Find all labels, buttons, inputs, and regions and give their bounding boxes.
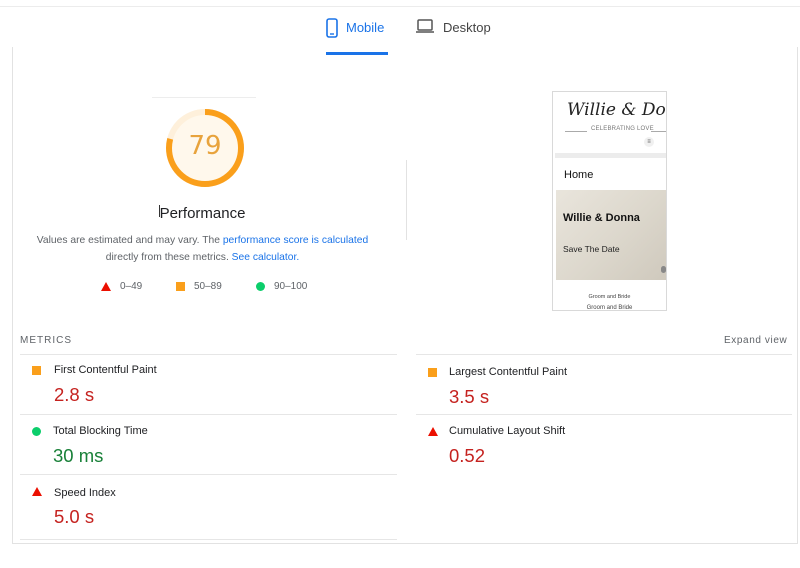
top-divider	[0, 6, 800, 7]
vertical-divider	[406, 160, 407, 240]
metrics-divider	[20, 414, 397, 415]
metrics-divider	[416, 414, 792, 415]
gauge-divider	[152, 97, 256, 98]
desc-text-2: directly from these metrics.	[105, 252, 232, 263]
metric-si-name: Speed Index	[54, 487, 116, 499]
triangle-icon	[428, 427, 438, 436]
desc-text-1: Values are estimated and may vary. The	[36, 235, 223, 246]
subtitle-line-right	[651, 131, 666, 132]
metric-si-value: 5.0 s	[54, 506, 95, 527]
metrics-divider	[416, 354, 792, 355]
performance-title: Performance	[159, 205, 246, 222]
page-screenshot-preview[interactable]: Willie & Donna CELEBRATING LOVE ≡ Home W…	[552, 91, 667, 311]
device-tabs: Mobile Desktop	[0, 8, 800, 55]
preview-site-title: Willie & Donna	[567, 100, 666, 120]
expand-view-button[interactable]: Expand view	[724, 335, 787, 346]
see-calculator-link[interactable]: See calculator.	[232, 252, 300, 263]
preview-menu-icon: ≡	[644, 137, 654, 147]
circle-icon	[32, 427, 41, 436]
preview-hero: Willie & Donna Save The Date	[556, 190, 666, 280]
metric-tbt-name: Total Blocking Time	[53, 425, 148, 437]
metrics-heading: METRICS	[20, 335, 72, 346]
tab-desktop[interactable]: Desktop	[415, 18, 491, 50]
metric-lcp-name: Largest Contentful Paint	[449, 366, 568, 378]
preview-nav-home: Home	[564, 169, 594, 181]
smartphone-icon	[326, 18, 338, 41]
metric-lcp-value: 3.5 s	[449, 386, 490, 407]
preview-bar	[555, 153, 666, 158]
preview-section-label: Groom and Bride	[588, 294, 631, 300]
performance-description: Values are estimated and may vary. The p…	[30, 232, 375, 266]
square-icon	[32, 366, 41, 375]
preview-subtitle-text: CELEBRATING LOVE	[591, 126, 654, 132]
subtitle-line-left	[565, 131, 587, 132]
tab-mobile[interactable]: Mobile	[326, 18, 388, 50]
triangle-icon	[32, 487, 42, 496]
results-card	[12, 47, 798, 544]
metrics-divider	[20, 354, 397, 355]
square-icon	[176, 281, 185, 291]
legend-fail-label: 0–49	[120, 280, 143, 292]
legend-pass-label: 90–100	[274, 280, 308, 292]
metric-cls-value: 0.52	[449, 445, 486, 466]
circle-icon	[256, 281, 265, 291]
legend-average: 50–89	[176, 279, 222, 293]
metric-fcp-value: 2.8 s	[54, 384, 95, 405]
preview-site-subtitle: CELEBRATING LOVE	[565, 126, 666, 136]
metric-cls-name: Cumulative Layout Shift	[449, 425, 566, 437]
performance-score: 79	[188, 131, 222, 161]
score-calculated-link[interactable]: performance score is calculated	[223, 235, 368, 246]
preview-hero-title: Willie & Donna	[563, 212, 640, 224]
preview-section-label-cut: Groom and Bride	[586, 305, 633, 311]
tab-desktop-label: Desktop	[443, 20, 491, 35]
square-icon	[428, 368, 437, 377]
metrics-divider	[20, 474, 397, 475]
legend-average-label: 50–89	[194, 280, 222, 292]
metric-tbt-value: 30 ms	[53, 445, 104, 466]
metrics-divider	[20, 539, 397, 540]
preview-hero-subtitle: Save The Date	[563, 244, 620, 254]
tab-mobile-label: Mobile	[346, 20, 385, 35]
metric-fcp-name: First Contentful Paint	[54, 364, 157, 376]
legend-pass: 90–100	[256, 279, 307, 293]
laptop-icon	[415, 18, 435, 37]
triangle-icon	[101, 281, 111, 291]
preview-hero-dot	[661, 266, 666, 273]
legend-fail: 0–49	[101, 279, 142, 293]
